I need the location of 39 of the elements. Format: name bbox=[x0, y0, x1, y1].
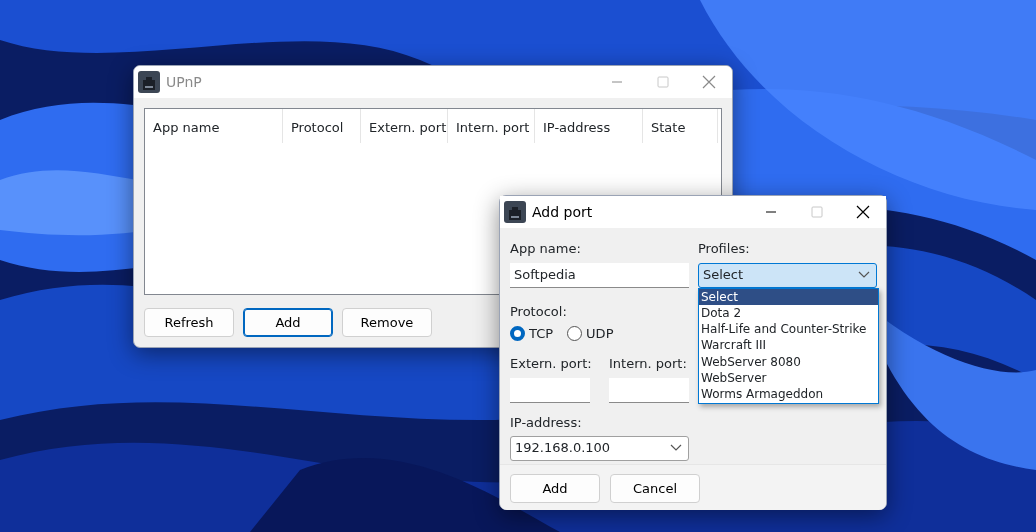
dropdown-option[interactable]: Warcraft III bbox=[699, 337, 878, 354]
input-field[interactable]: Softpedia bbox=[510, 262, 689, 288]
field-label: IP-address: bbox=[510, 414, 583, 432]
radio-label[interactable]: UDP bbox=[586, 324, 614, 344]
input-field[interactable] bbox=[609, 378, 689, 403]
radio-button[interactable] bbox=[567, 326, 583, 342]
column-header[interactable]: App name bbox=[145, 109, 283, 143]
field-label: Extern. port: bbox=[510, 354, 590, 373]
column-header[interactable]: IP-address bbox=[535, 109, 643, 143]
button[interactable]: Cancel bbox=[610, 474, 700, 503]
close-icon[interactable] bbox=[856, 205, 870, 219]
dropdown-option[interactable]: WebServer bbox=[699, 370, 878, 387]
field-label: App name: bbox=[510, 240, 582, 258]
network-port-icon bbox=[504, 201, 526, 223]
window-title: UPnP bbox=[166, 72, 203, 92]
button[interactable]: Remove bbox=[342, 308, 432, 337]
network-port-icon bbox=[138, 71, 160, 93]
dropdown-option[interactable]: Select bbox=[699, 288, 878, 305]
column-header[interactable]: State bbox=[643, 109, 718, 143]
dropdown-option[interactable]: Dota 2 bbox=[699, 304, 878, 322]
radio-button[interactable] bbox=[510, 326, 525, 342]
button[interactable]: Add bbox=[243, 308, 333, 337]
dropdown[interactable]: Select bbox=[698, 262, 877, 288]
button[interactable]: Refresh bbox=[144, 308, 234, 337]
radio-label[interactable]: TCP bbox=[529, 324, 554, 344]
column-header[interactable]: Intern. port bbox=[448, 109, 535, 143]
chevron-down-icon bbox=[858, 271, 870, 279]
chevron-down-icon bbox=[670, 444, 682, 452]
field-label: Protocol: bbox=[510, 302, 568, 321]
field-label: Intern. port: bbox=[609, 354, 688, 373]
button[interactable]: Add bbox=[510, 474, 600, 503]
dropdown-option[interactable]: Half-Life and Counter-Strike bbox=[699, 321, 878, 338]
dropdown[interactable]: 192.168.0.100 bbox=[510, 435, 689, 461]
window-title: Add port bbox=[532, 202, 594, 222]
column-header[interactable]: Protocol bbox=[283, 109, 361, 143]
input-field[interactable] bbox=[510, 378, 590, 403]
dropdown-option[interactable]: WebServer 8080 bbox=[699, 353, 878, 370]
column-header[interactable]: Extern. port bbox=[361, 109, 448, 143]
dropdown-option[interactable]: Worms Armageddon bbox=[699, 386, 878, 403]
